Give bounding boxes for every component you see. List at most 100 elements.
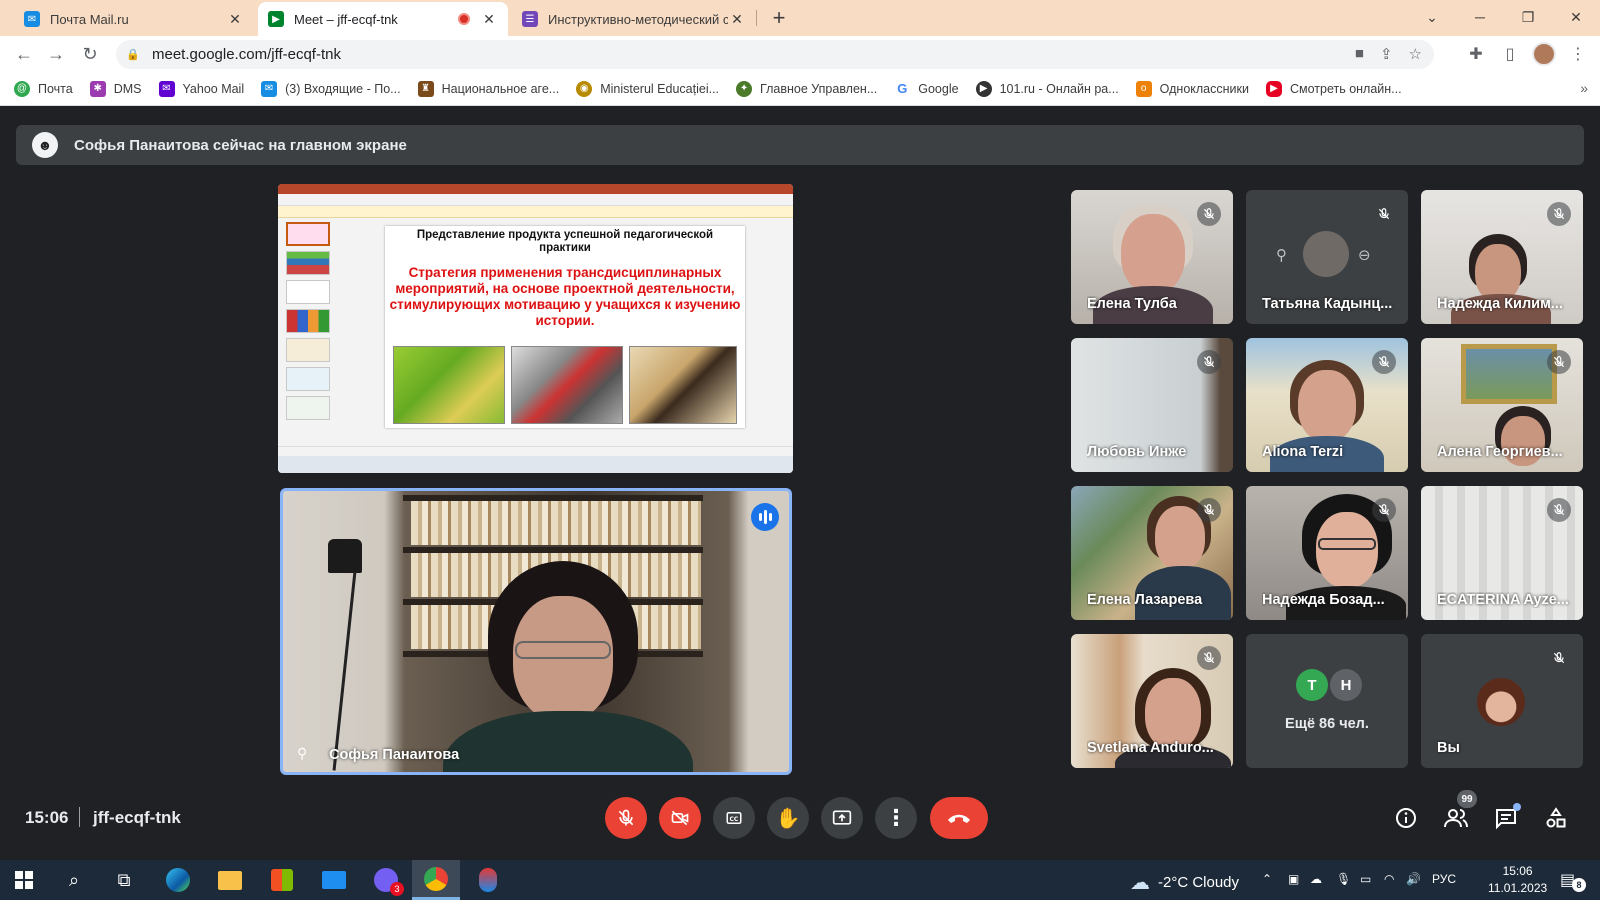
share-icon[interactable]: ⇪: [1380, 45, 1393, 63]
search-icon[interactable]: ⌕: [60, 866, 88, 894]
people-button[interactable]: [1442, 804, 1470, 832]
bookmark-item[interactable]: ✉ Yahoo Mail: [158, 80, 244, 97]
system-clock[interactable]: 15:06 11.01.2023: [1488, 863, 1547, 897]
self-tile[interactable]: Вы: [1421, 634, 1583, 768]
bookmark-item[interactable]: ✦ Главное Управлен...: [736, 80, 877, 97]
bookmark-item[interactable]: ▶ 101.ru - Онлайн ра...: [975, 80, 1119, 97]
microphone-toggle-button[interactable]: [605, 797, 647, 839]
bookmark-item[interactable]: ᴏ Одноклассники: [1135, 80, 1249, 97]
participant-name: Svetlana Anduro...: [1087, 740, 1214, 756]
speaker-tile[interactable]: ⚲ Софья Панаитова: [280, 488, 792, 775]
task-view-icon[interactable]: ⧉: [110, 866, 138, 894]
onedrive-icon[interactable]: ☁: [1310, 872, 1322, 886]
powerpoint-like-icon[interactable]: [474, 866, 502, 894]
participant-name: Алена Георгиев...: [1437, 444, 1563, 460]
show-hidden-icons-icon[interactable]: ⌃: [1262, 872, 1272, 886]
slide-image: [393, 346, 505, 424]
more-bookmarks-button[interactable]: »: [1580, 80, 1588, 96]
bookmark-item[interactable]: ♜ Национальное аге...: [417, 80, 559, 97]
bookmark-item[interactable]: ✉ (3) Входящие - По...: [261, 80, 401, 97]
tab-search-icon[interactable]: ⌄: [1410, 0, 1454, 34]
window-close-icon[interactable]: ✕: [1554, 0, 1598, 34]
mic-off-icon: [1372, 350, 1396, 374]
lamp: [328, 539, 362, 573]
windows-start-icon[interactable]: [10, 866, 38, 894]
raise-hand-button[interactable]: ✋: [767, 797, 809, 839]
reload-icon[interactable]: ↻: [78, 42, 102, 66]
language-indicator[interactable]: РУС: [1432, 872, 1456, 886]
participant-tile[interactable]: Надежда Бозад...: [1246, 486, 1408, 620]
minimize-icon[interactable]: ─: [1458, 0, 1502, 34]
forward-icon[interactable]: →: [44, 42, 68, 66]
browser-tab-strip: ✉ Почта Mail.ru ✕ ▶ Meet – jff-ecqf-tnk …: [0, 0, 1600, 36]
participant-tile[interactable]: Елена Тулба: [1071, 190, 1233, 324]
address-bar[interactable]: 🔒 meet.google.com/jff-ecqf-tnk ■ ⇪ ☆: [116, 40, 1434, 69]
edge-icon[interactable]: [164, 866, 192, 894]
more-participants-tile[interactable]: T H Ещё 86 чел.: [1246, 634, 1408, 768]
camera-icon[interactable]: ■: [1355, 45, 1364, 63]
overflow-avatars: T H: [1296, 669, 1362, 701]
lock-icon[interactable]: 🔒: [126, 48, 140, 62]
remove-icon[interactable]: ⊖: [1358, 246, 1371, 264]
new-tab-button[interactable]: +: [766, 6, 792, 32]
microphone-tray-icon[interactable]: 🎙: [1336, 872, 1351, 886]
participant-tile[interactable]: Надежда Килим...: [1421, 190, 1583, 324]
volume-icon[interactable]: 🔊: [1406, 872, 1421, 886]
presentation-tile[interactable]: Представление продукта успешной педагоги…: [278, 184, 793, 473]
back-icon[interactable]: ←: [12, 42, 36, 66]
avatar: [1303, 231, 1349, 277]
profile-avatar[interactable]: [1532, 42, 1556, 66]
bookmark-item[interactable]: G Google: [894, 80, 959, 97]
restore-icon[interactable]: ❐: [1506, 0, 1550, 34]
participant-tile[interactable]: ⚲ ⊖ Татьяна Кадынц...: [1246, 190, 1408, 324]
participant-tile[interactable]: ECATERINA Ayze...: [1421, 486, 1583, 620]
meeting-details-button[interactable]: [1392, 804, 1420, 832]
bookmark-star-icon[interactable]: ☆: [1409, 45, 1422, 63]
wifi-icon[interactable]: ◠: [1384, 872, 1394, 886]
notifications-button[interactable]: ▤ 8: [1560, 870, 1586, 892]
bookmark-item[interactable]: ◉ Ministerul Educației...: [576, 80, 719, 97]
participant-name: Надежда Килим...: [1437, 296, 1563, 312]
url-text[interactable]: meet.google.com/jff-ecqf-tnk: [152, 46, 341, 63]
activities-button[interactable]: [1542, 804, 1570, 832]
activities-icon: [1546, 807, 1566, 828]
present-screen-button[interactable]: [821, 797, 863, 839]
microsoft-store-icon[interactable]: [268, 866, 296, 894]
file-explorer-icon[interactable]: [216, 866, 244, 894]
close-icon[interactable]: ✕: [728, 11, 746, 28]
participant-tile[interactable]: Svetlana Anduro...: [1071, 634, 1233, 768]
tab-instructive[interactable]: ☰ Инструктивно-методический се ✕: [512, 2, 756, 36]
pin-icon[interactable]: ⚲: [1276, 246, 1287, 264]
captions-button[interactable]: CC: [713, 797, 755, 839]
bookmark-item[interactable]: ✱ DMS: [89, 80, 142, 97]
close-icon[interactable]: ✕: [480, 11, 498, 28]
pin-icon[interactable]: ⚲: [297, 745, 307, 762]
camera-toggle-button[interactable]: [659, 797, 701, 839]
mail-app-icon[interactable]: [320, 866, 348, 894]
participant-tile[interactable]: Любовь Инже: [1071, 338, 1233, 472]
more-options-button[interactable]: ⋮: [875, 797, 917, 839]
side-panel-icon[interactable]: ▯: [1498, 42, 1522, 66]
extensions-icon[interactable]: ✚: [1464, 42, 1488, 66]
close-icon[interactable]: ✕: [226, 11, 244, 28]
bookmark-item[interactable]: @ Почта: [14, 80, 73, 97]
device-icon[interactable]: ▣: [1288, 872, 1299, 886]
weather-widget[interactable]: ☁ -2°C Cloudy: [1130, 870, 1239, 895]
tab-mail[interactable]: ✉ Почта Mail.ru ✕: [14, 2, 254, 36]
leave-call-button[interactable]: [930, 797, 988, 839]
participant-tile[interactable]: Aliona Terzi: [1246, 338, 1408, 472]
viber-icon[interactable]: 3: [372, 866, 404, 896]
battery-icon[interactable]: ▭: [1360, 872, 1371, 886]
menu-icon[interactable]: ⋮: [1566, 42, 1590, 66]
mail-favicon-icon: ✉: [24, 11, 40, 27]
participant-tile[interactable]: Елена Лазарева: [1071, 486, 1233, 620]
ppt-slide-thumbnails: [282, 222, 332, 442]
bookmark-item[interactable]: ▶ Смотреть онлайн...: [1265, 80, 1402, 97]
tab-meet[interactable]: ▶ Meet – jff-ecqf-tnk ✕: [258, 2, 508, 36]
google-icon: G: [894, 80, 911, 97]
chrome-taskbar-icon[interactable]: [412, 860, 460, 900]
speaker-name: Софья Панаитова: [329, 747, 460, 763]
spotlight-banner: ☻ Софья Панаитова сейчас на главном экра…: [16, 125, 1584, 165]
participant-tile[interactable]: Алена Георгиев...: [1421, 338, 1583, 472]
meeting-code: jff-ecqf-tnk: [93, 808, 181, 827]
